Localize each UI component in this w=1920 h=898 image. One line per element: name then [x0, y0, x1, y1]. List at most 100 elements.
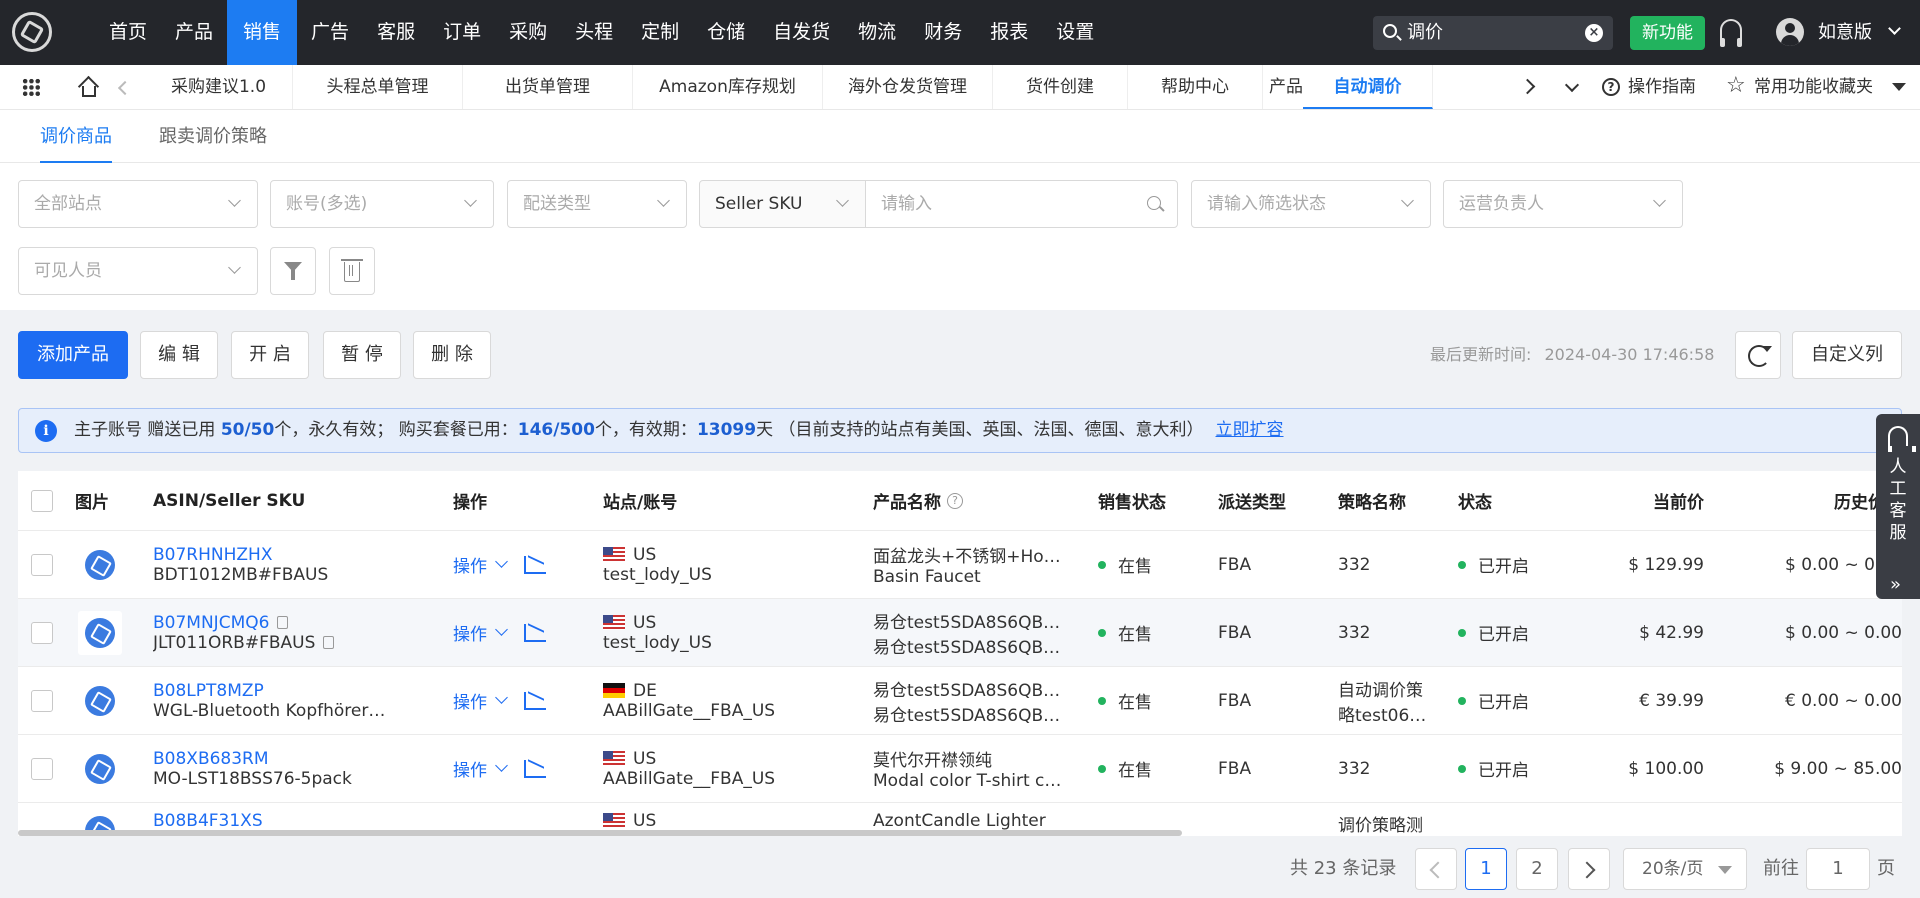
search-icon[interactable] — [1147, 196, 1161, 210]
operation-guide-link[interactable]: ? 操作指南 — [1602, 65, 1696, 109]
custom-columns-button[interactable]: 自定义列 — [1792, 331, 1902, 379]
copy-icon[interactable] — [277, 616, 289, 629]
topnav-item-7[interactable]: 头程 — [561, 0, 627, 65]
favorites-caret-icon[interactable] — [1892, 83, 1906, 91]
op-dropdown[interactable]: 操作 — [453, 620, 487, 645]
enable-button[interactable]: 开 启 — [231, 331, 309, 379]
expand-quota-link[interactable]: 立即扩容 — [1216, 420, 1284, 440]
op-dropdown[interactable]: 操作 — [453, 688, 487, 713]
next-page-button[interactable] — [1568, 848, 1610, 890]
page-tab-3[interactable]: Amazon库存规划 — [633, 65, 823, 109]
op-dropdown[interactable]: 操作 — [453, 552, 487, 577]
chevron-down-icon[interactable] — [1888, 22, 1901, 35]
page-tab-2[interactable]: 出货单管理 — [463, 65, 633, 109]
page-tab-6[interactable]: 帮助中心 — [1128, 65, 1263, 109]
status-filter-select[interactable]: 请输入筛选状态 — [1191, 180, 1431, 228]
product-image[interactable] — [78, 746, 122, 791]
topnav-item-13[interactable]: 报表 — [976, 0, 1042, 65]
pause-button[interactable]: 暂 停 — [323, 331, 401, 379]
chevron-down-icon[interactable] — [495, 555, 508, 568]
strategy-name[interactable]: 332 — [1338, 759, 1438, 779]
page-tab-7[interactable]: 产品 — [1263, 65, 1303, 109]
expand-icon[interactable]: » — [1890, 574, 1901, 595]
product-image[interactable] — [78, 610, 122, 655]
add-product-button[interactable]: 添加产品 — [18, 331, 128, 379]
global-search-input[interactable]: 调价 × — [1373, 16, 1613, 50]
strategy-name[interactable]: 332 — [1338, 555, 1438, 575]
price-trend-icon[interactable] — [524, 691, 546, 710]
asin-link[interactable]: B07RHNHZHX — [153, 545, 272, 565]
table-row[interactable]: B08LPT8MZP WGL-Bluetooth Kopfhörer… 操作 DE AA… — [18, 667, 1902, 735]
table-row[interactable]: B07MNJCMQ6 JLT011ORB#FBAUS 操作 US test_lody_U… — [18, 599, 1902, 667]
price-trend-icon[interactable] — [524, 759, 546, 778]
horizontal-scrollbar[interactable] — [18, 830, 1182, 836]
tab-scroll-right-icon[interactable] — [1519, 78, 1536, 95]
search-field-select[interactable]: Seller SKU — [699, 180, 866, 228]
sku-search-input[interactable]: 请输入 — [865, 180, 1178, 228]
home-icon[interactable] — [77, 75, 100, 98]
new-feature-button[interactable]: 新功能 — [1630, 16, 1705, 50]
asin-link[interactable]: B07MNJCMQ6 — [153, 613, 269, 633]
favorites-menu[interactable]: ☆ 常用功能收藏夹 — [1726, 65, 1873, 109]
refresh-button[interactable] — [1735, 331, 1781, 379]
strategy-name[interactable]: 调价策略测 — [1338, 811, 1438, 836]
avatar[interactable] — [1776, 18, 1804, 46]
product-image[interactable] — [78, 678, 122, 723]
topnav-item-0[interactable]: 首页 — [95, 0, 161, 65]
topnav-item-2[interactable]: 销售 — [227, 0, 298, 65]
app-grid-icon[interactable] — [22, 78, 41, 97]
topnav-item-4[interactable]: 客服 — [363, 0, 429, 65]
asin-link[interactable]: B08LPT8MZP — [153, 681, 264, 701]
topnav-item-10[interactable]: 自发货 — [759, 0, 844, 65]
op-dropdown[interactable]: 操作 — [453, 756, 487, 781]
page-size-select[interactable]: 20条/页 — [1623, 848, 1747, 890]
page-tab-0[interactable]: 采购建议1.0 — [145, 65, 293, 109]
asin-link[interactable]: B08B4F31XS — [153, 811, 263, 831]
strategy-name[interactable]: 自动调价策 — [1338, 676, 1438, 701]
topnav-item-12[interactable]: 财务 — [910, 0, 976, 65]
page-tab-4[interactable]: 海外仓发货管理 — [823, 65, 993, 109]
page-tab-8[interactable]: 自动调价 — [1303, 65, 1433, 109]
operator-select[interactable]: 运营负责人 — [1443, 180, 1683, 228]
strategy-name[interactable]: 332 — [1338, 623, 1438, 643]
delete-button[interactable]: 删 除 — [413, 331, 491, 379]
reset-filter-button[interactable] — [329, 247, 375, 295]
goto-page-input[interactable]: 1 — [1806, 848, 1870, 890]
page-tab-5[interactable]: 货件创建 — [993, 65, 1128, 109]
chevron-down-icon[interactable] — [495, 691, 508, 704]
asin-link[interactable]: B08XB683RM — [153, 749, 269, 769]
headset-icon[interactable] — [1720, 19, 1742, 47]
topnav-item-14[interactable]: 设置 — [1042, 0, 1108, 65]
customer-service-float[interactable]: 人工客服 » — [1876, 414, 1920, 599]
topnav-item-6[interactable]: 采购 — [495, 0, 561, 65]
tab-list-dropdown-icon[interactable] — [1564, 77, 1580, 93]
select-all-checkbox[interactable] — [31, 489, 53, 512]
copy-icon[interactable] — [323, 636, 335, 649]
row-checkbox[interactable] — [31, 621, 53, 644]
edit-button[interactable]: 编 辑 — [140, 331, 218, 379]
table-row[interactable]: B08XB683RM MO-LST18BSS76-5pack 操作 US AABillG… — [18, 735, 1902, 803]
account-select[interactable]: 账号(多选) — [270, 180, 494, 228]
topnav-item-3[interactable]: 广告 — [297, 0, 363, 65]
user-name[interactable]: 如意版 — [1818, 0, 1872, 65]
price-trend-icon[interactable] — [524, 555, 546, 574]
page-tab-1[interactable]: 头程总单管理 — [293, 65, 463, 109]
visible-user-select[interactable]: 可见人员 — [18, 247, 258, 295]
tab-repricing-products[interactable]: 调价商品 — [40, 111, 112, 163]
shipping-type-select[interactable]: 配送类型 — [507, 180, 687, 228]
row-checkbox[interactable] — [31, 757, 53, 780]
app-logo[interactable] — [12, 12, 52, 52]
row-checkbox[interactable] — [31, 689, 53, 712]
topnav-item-11[interactable]: 物流 — [844, 0, 910, 65]
topnav-item-5[interactable]: 订单 — [429, 0, 495, 65]
table-row[interactable]: B07RHNHZHX BDT1012MB#FBAUS 操作 US test_lody_U… — [18, 531, 1902, 599]
topnav-item-8[interactable]: 定制 — [627, 0, 693, 65]
topnav-item-9[interactable]: 仓储 — [693, 0, 759, 65]
prev-page-button[interactable] — [1415, 848, 1457, 890]
help-icon[interactable]: ? — [947, 492, 963, 509]
price-trend-icon[interactable] — [524, 623, 546, 642]
product-image[interactable] — [78, 542, 122, 587]
site-select[interactable]: 全部站点 — [18, 180, 258, 228]
row-checkbox[interactable] — [31, 553, 53, 576]
page-2-button[interactable]: 2 — [1516, 848, 1558, 890]
